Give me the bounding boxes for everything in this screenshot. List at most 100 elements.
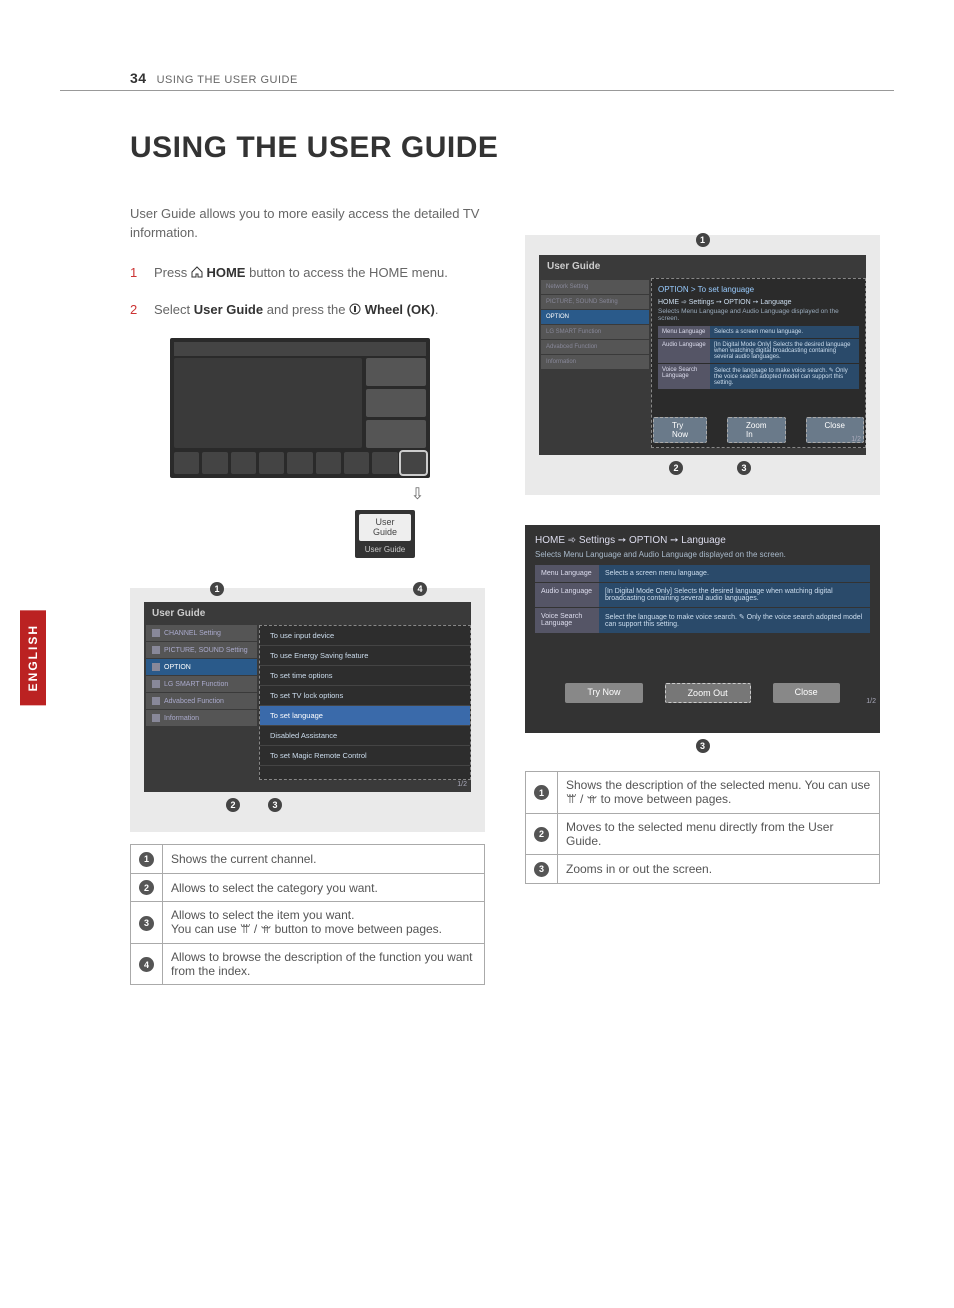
rlegend-desc-1: Shows the description of the selected me… <box>558 772 880 814</box>
category-picture-sound[interactable]: PICTURE, SOUND Setting <box>146 642 257 658</box>
item-list[interactable]: To use input device To use Energy Saving… <box>259 625 471 780</box>
step-1-number: 1 <box>130 263 144 283</box>
page-indicator: 1/2 <box>457 781 467 788</box>
category-channel[interactable]: CHANNEL Setting <box>146 625 257 641</box>
zrow-voice-lang: Voice Search Language Select the languag… <box>535 608 870 633</box>
zoom-try-now-button[interactable]: Try Now <box>565 683 642 703</box>
zoom-close-button[interactable]: Close <box>773 683 840 703</box>
row-menu-lang: Menu Language Selects a screen menu lang… <box>658 326 859 338</box>
try-now-button[interactable]: Try Now <box>653 417 707 443</box>
legend-num-1: 1 <box>139 852 154 867</box>
row-audio-lang-label: Audio Language <box>658 339 710 363</box>
rlegend-num-1: 1 <box>534 785 549 800</box>
guide-panel-title: User Guide <box>144 602 471 625</box>
legend-desc-4: Allows to browse the description of the … <box>163 944 485 985</box>
ug-tile-line1: User <box>375 517 394 527</box>
callout-1: 1 <box>210 582 224 596</box>
step-1-home-label: HOME <box>206 265 245 280</box>
step-2: 2 Select User Guide and press the Wheel … <box>130 300 485 320</box>
page-number: 34 <box>130 70 147 86</box>
ug-tile-line2: Guide <box>373 527 397 537</box>
dcat-smart[interactable]: LG SMART Function <box>541 325 649 339</box>
category-advanced-label: Advabced Function <box>164 698 224 705</box>
user-guide-tile: User Guide User Guide <box>355 510 415 559</box>
category-information[interactable]: Information <box>146 710 257 726</box>
detail-content: OPTION > To set language HOME ➾ Settings… <box>651 278 866 448</box>
dcat-picture-sound[interactable]: PICTURE, SOUND Setting <box>541 295 649 309</box>
zoom-in-button[interactable]: Zoom In <box>727 417 785 443</box>
detail-category-list[interactable]: Network Setting PICTURE, SOUND Setting O… <box>539 278 651 448</box>
category-option[interactable]: OPTION <box>146 659 257 675</box>
ug-tile-caption: User Guide <box>359 545 411 554</box>
dcat-option[interactable]: OPTION <box>541 310 649 324</box>
legend-num-3: 3 <box>139 916 154 931</box>
zrow-voice-lang-label: Voice Search Language <box>535 608 599 633</box>
zrow-audio-lang-desc: [In Digital Mode Only] Selects the desir… <box>599 583 870 607</box>
guide-panel-wrap: 1 4 User Guide CHANNEL Setting PICTURE, … <box>130 588 485 832</box>
rlegend-num-2: 2 <box>534 827 549 842</box>
step-2-text-a: Select <box>154 302 194 317</box>
intro-text: User Guide allows you to more easily acc… <box>130 205 485 243</box>
zoom-path: HOME ➾ Settings ➙ OPTION ➙ Language <box>535 535 870 546</box>
row-voice-lang: Voice Search Language Select the languag… <box>658 364 859 389</box>
row-voice-lang-label: Voice Search Language <box>658 364 710 389</box>
zrow-menu-lang: Menu Language Selects a screen menu lang… <box>535 565 870 582</box>
callout-3: 3 <box>268 798 282 812</box>
row-menu-lang-label: Menu Language <box>658 326 710 338</box>
page: 34 USING THE USER GUIDE USING THE USER G… <box>0 0 954 1045</box>
legend-table-left: 1 Shows the current channel. 2 Allows to… <box>130 844 485 985</box>
category-information-label: Information <box>164 715 199 722</box>
detail-sub: Selects Menu Language and Audio Language… <box>658 308 859 322</box>
step-1-text-a: Press <box>154 265 191 280</box>
item-set-language[interactable]: To set language <box>260 706 470 726</box>
row-menu-lang-desc: Selects a screen menu language. <box>710 326 859 338</box>
detail-path: HOME ➾ Settings ➙ OPTION ➙ Language <box>658 298 859 306</box>
detail-page-indicator: 1/2 <box>851 436 861 443</box>
category-smart[interactable]: LG SMART Function <box>146 676 257 692</box>
page-header: 34 USING THE USER GUIDE <box>60 70 894 91</box>
category-picture-sound-label: PICTURE, SOUND Setting <box>164 647 248 654</box>
callout-4: 4 <box>413 582 427 596</box>
item-magic-remote[interactable]: To set Magic Remote Control <box>260 746 470 766</box>
dcat-network[interactable]: Network Setting <box>541 280 649 294</box>
rlegend-num-3: 3 <box>534 862 549 877</box>
item-input-device[interactable]: To use input device <box>260 626 470 646</box>
row-audio-lang: Audio Language [In Digital Mode Only] Se… <box>658 339 859 363</box>
row-voice-lang-desc: Select the language to make voice search… <box>710 364 859 389</box>
dcat-advanced[interactable]: Advabced Function <box>541 340 649 354</box>
step-2-text-b: and press the <box>267 302 349 317</box>
zrow-audio-lang: Audio Language [In Digital Mode Only] Se… <box>535 583 870 607</box>
category-option-label: OPTION <box>164 664 191 671</box>
legend-desc-1: Shows the current channel. <box>163 845 485 874</box>
legend-num-4: 4 <box>139 957 154 972</box>
category-advanced[interactable]: Advabced Function <box>146 693 257 709</box>
item-time-options[interactable]: To set time options <box>260 666 470 686</box>
dcat-information[interactable]: Information <box>541 355 649 369</box>
zoom-page-indicator: 1/2 <box>866 698 876 705</box>
row-audio-lang-desc: [In Digital Mode Only] Selects the desir… <box>710 339 859 363</box>
page-title: USING THE USER GUIDE <box>60 131 894 165</box>
arrow-down-icon: ⇩ <box>350 484 485 504</box>
legend-num-2: 2 <box>139 880 154 895</box>
zoom-sub: Selects Menu Language and Audio Language… <box>535 550 870 559</box>
callout-2: 2 <box>226 798 240 812</box>
item-energy-saving[interactable]: To use Energy Saving feature <box>260 646 470 666</box>
legend-desc-3: Allows to select the item you want. You … <box>163 902 485 944</box>
zrow-menu-lang-label: Menu Language <box>535 565 599 582</box>
step-1: 1 Press HOME button to access the HOME m… <box>130 263 485 283</box>
zrow-voice-lang-desc: Select the language to make voice search… <box>599 608 870 633</box>
zoom-out-button[interactable]: Zoom Out <box>665 683 751 703</box>
step-2-number: 2 <box>130 300 144 320</box>
category-list[interactable]: CHANNEL Setting PICTURE, SOUND Setting O… <box>144 625 259 780</box>
home-menu-screenshot <box>170 338 430 478</box>
item-tv-lock[interactable]: To set TV lock options <box>260 686 470 706</box>
detail-panel-title: User Guide <box>539 255 866 278</box>
wheel-ok-icon <box>349 301 361 313</box>
detail-callout-2: 2 <box>669 461 683 475</box>
detail-panel: User Guide Network Setting PICTURE, SOUN… <box>539 255 866 455</box>
left-column: User Guide allows you to more easily acc… <box>130 205 485 985</box>
zrow-audio-lang-label: Audio Language <box>535 583 599 607</box>
right-column: 1 User Guide Network Setting PICTURE, SO… <box>525 205 880 985</box>
legend-table-right: 1 Shows the description of the selected … <box>525 771 880 884</box>
item-disabled-assistance[interactable]: Disabled Assistance <box>260 726 470 746</box>
